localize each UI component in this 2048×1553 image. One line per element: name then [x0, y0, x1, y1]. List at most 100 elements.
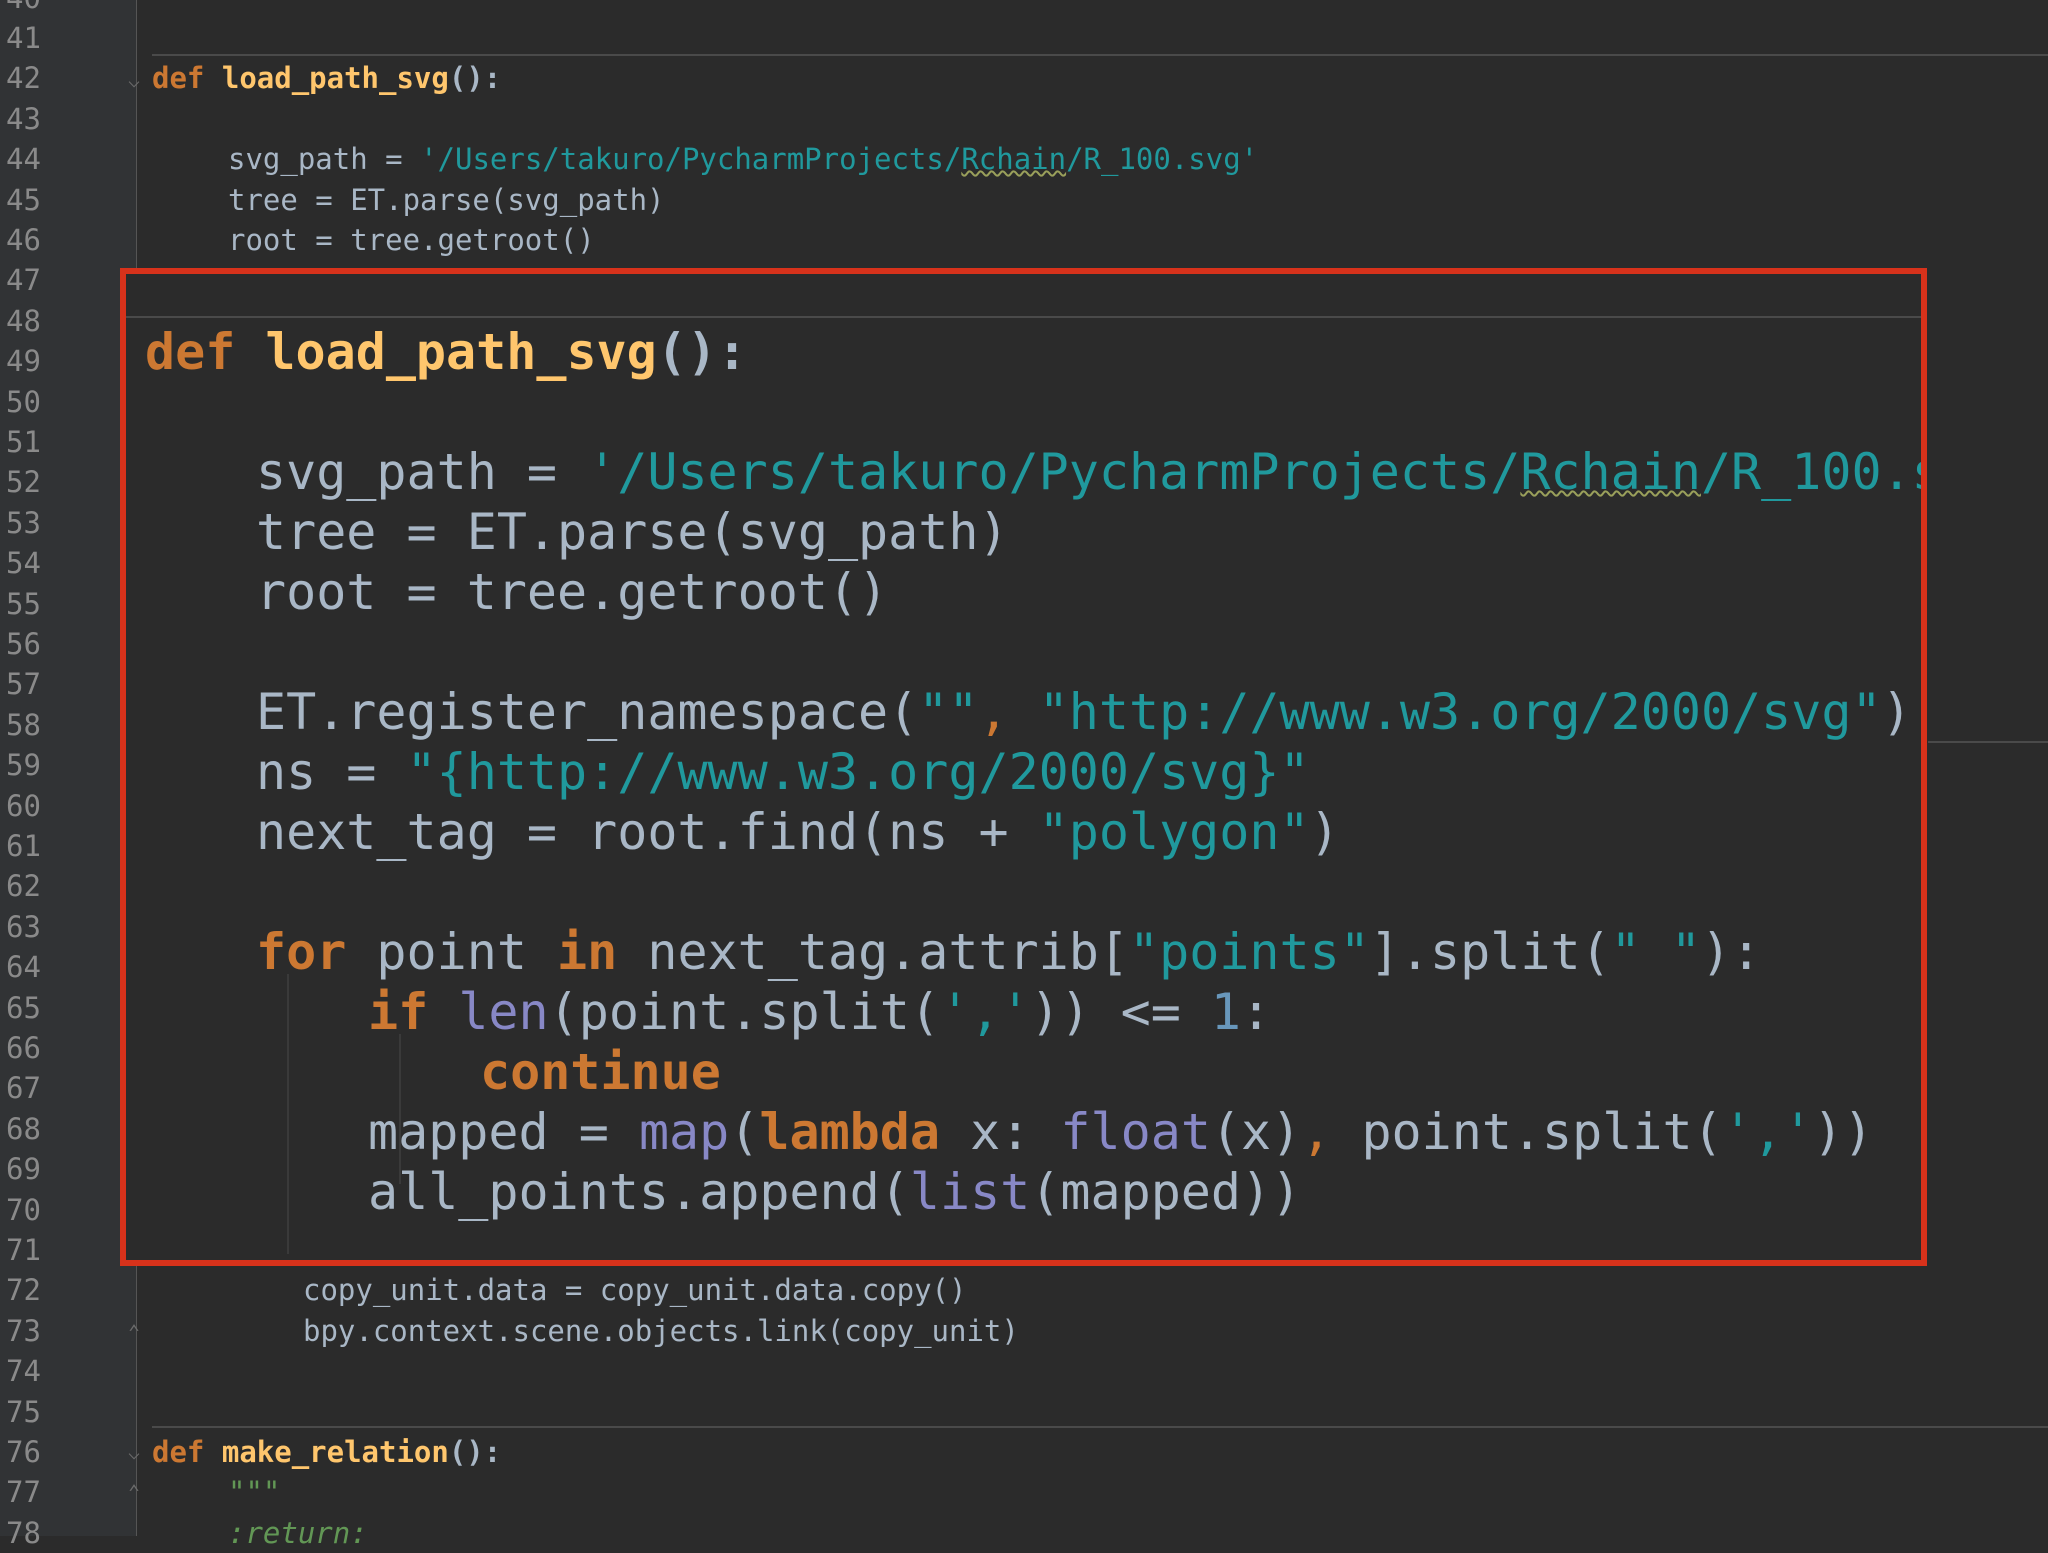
zoomed-ns-line[interactable]: ns = "{http://www.w3.org/2000/svg}" [256, 742, 1310, 802]
keyword-for: for [256, 923, 347, 981]
docstring-line[interactable]: """ [228, 1472, 280, 1512]
string-literal: "http://www.w3.org/2000/svg" [1038, 683, 1882, 741]
line-number: 48 [6, 304, 41, 338]
keyword-in: in [557, 923, 618, 981]
zoomed-mapped-line[interactable]: mapped = map(lambda x: float(x), point.s… [368, 1102, 1873, 1162]
code-text: : [1241, 983, 1272, 1041]
code-editor[interactable]: 40 41 42 43 44 45 46 47 48 49 50 51 52 5… [0, 0, 2048, 1550]
fold-icon[interactable]: ⌃ [124, 1480, 144, 1504]
code-text: ) [1309, 803, 1340, 861]
zoomed-root-line[interactable]: root = tree.getroot() [256, 562, 888, 622]
builtin-float: float [1060, 1103, 1211, 1161]
line-number: 47 [6, 263, 41, 297]
line-number: 59 [6, 748, 41, 782]
zoomed-if-line[interactable]: if len(point.split(',')) <= 1: [368, 982, 1271, 1042]
builtin-list: list [909, 1163, 1031, 1221]
line-number: 53 [6, 506, 41, 540]
zoomed-register-line[interactable]: ET.register_namespace("", "http://www.w3… [256, 682, 1912, 742]
string-literal: ',' [939, 983, 1031, 1041]
indent-guide [287, 974, 289, 1254]
code-text: point [346, 923, 558, 981]
line-number: 64 [6, 950, 41, 984]
line-number: 46 [6, 223, 41, 257]
zoomed-def-line[interactable]: def load_path_svg(): [145, 322, 747, 382]
zoomed-continue-line[interactable]: continue [480, 1042, 721, 1102]
code-text: )) <= [1030, 983, 1211, 1041]
code-line-46[interactable]: root = tree.getroot() [228, 220, 595, 260]
line-number: 75 [6, 1395, 41, 1429]
code-line-72[interactable]: copy_unit.data = copy_unit.data.copy() [303, 1270, 966, 1310]
keyword-lambda: lambda [759, 1103, 940, 1161]
line-number: 78 [6, 1516, 41, 1550]
code-line-42[interactable]: def load_path_svg(): [152, 58, 501, 98]
line-number: 74 [6, 1354, 41, 1388]
string-literal: "{http://www.w3.org/2000/svg}" [406, 743, 1310, 801]
line-number: 49 [6, 344, 41, 378]
code-text: (): [448, 61, 502, 95]
string-literal: ',' [1722, 1103, 1813, 1161]
code-text: next_tag.attrib[ [617, 923, 1129, 981]
code-text: ): [1700, 923, 1762, 981]
spelling-warning: Rchain [1520, 443, 1701, 501]
fold-icon[interactable]: ⌵ [124, 68, 144, 92]
method-separator [1928, 741, 2048, 743]
line-number: 61 [6, 829, 41, 863]
string-literal: "polygon" [1038, 803, 1310, 861]
line-number: 62 [6, 869, 41, 903]
line-number: 68 [6, 1112, 41, 1146]
code-text: ( [729, 1103, 760, 1161]
code-text: (mapped)) [1030, 1163, 1302, 1221]
code-text: all_points.append( [368, 1163, 910, 1221]
line-number: 73 [6, 1314, 41, 1348]
method-separator [152, 1426, 2048, 1428]
string-literal: /R_100.svg' [1700, 443, 1921, 501]
string-literal: '/Users/takuro/PycharmProjects/ [420, 142, 962, 176]
code-text: (): [448, 1435, 502, 1469]
zoomed-append-line[interactable]: all_points.append(list(mapped)) [368, 1162, 1301, 1222]
line-number: 67 [6, 1071, 41, 1105]
string-literal: '/Users/takuro/PycharmProjects/ [587, 443, 1521, 501]
code-text: svg_path = [256, 443, 588, 501]
code-text: )) [1813, 1103, 1874, 1161]
fold-icon[interactable]: ⌵ [124, 1440, 144, 1464]
line-number: 76 [6, 1435, 41, 1469]
zoomed-tree-line[interactable]: tree = ET.parse(svg_path) [256, 502, 1009, 562]
line-number: 42 [6, 61, 41, 95]
line-number: 72 [6, 1273, 41, 1307]
keyword-def: def [152, 1435, 205, 1469]
function-name: load_path_svg [221, 61, 449, 95]
string-literal: "" [918, 683, 979, 741]
code-text: ns = [256, 743, 407, 801]
builtin-map: map [638, 1103, 730, 1161]
function-name: make_relation [221, 1435, 449, 1469]
keyword-def: def [152, 61, 205, 95]
code-text: ].split( [1369, 923, 1611, 981]
code-text: ) [1881, 683, 1912, 741]
line-number: 52 [6, 465, 41, 499]
zoomed-svg-path-line[interactable]: svg_path = '/Users/takuro/PycharmProject… [256, 442, 1921, 502]
line-number: 43 [6, 102, 41, 136]
code-text: mapped = [368, 1103, 639, 1161]
zoomed-for-line[interactable]: for point in next_tag.attrib["points"].s… [256, 922, 1761, 982]
zoomed-next-tag-line[interactable]: next_tag = root.find(ns + "polygon") [256, 802, 1340, 862]
fold-icon[interactable]: ⌃ [124, 1320, 144, 1344]
line-number: 70 [6, 1193, 41, 1227]
code-line-44[interactable]: svg_path = '/Users/takuro/PycharmProject… [228, 139, 1258, 179]
line-number: 56 [6, 627, 41, 661]
code-text: ET.register_namespace( [256, 683, 919, 741]
line-number: 50 [6, 385, 41, 419]
keyword-if: if [368, 983, 429, 1041]
code-line-76[interactable]: def make_relation(): [152, 1432, 501, 1472]
code-line-45[interactable]: tree = ET.parse(svg_path) [228, 180, 665, 220]
spelling-warning: Rchain [961, 142, 1067, 176]
code-text: x: [939, 1103, 1061, 1161]
zoomed-code-callout: def load_path_svg(): svg_path = '/Users/… [120, 268, 1927, 1266]
line-number: 63 [6, 910, 41, 944]
code-text: next_tag = root.find(ns + [256, 803, 1039, 861]
docstring-line[interactable]: :return: [228, 1513, 368, 1553]
builtin-len: len [458, 983, 549, 1041]
code-text: (): [656, 323, 748, 381]
keyword-def: def [145, 323, 236, 381]
code-line-73[interactable]: bpy.context.scene.objects.link(copy_unit… [303, 1311, 1019, 1351]
